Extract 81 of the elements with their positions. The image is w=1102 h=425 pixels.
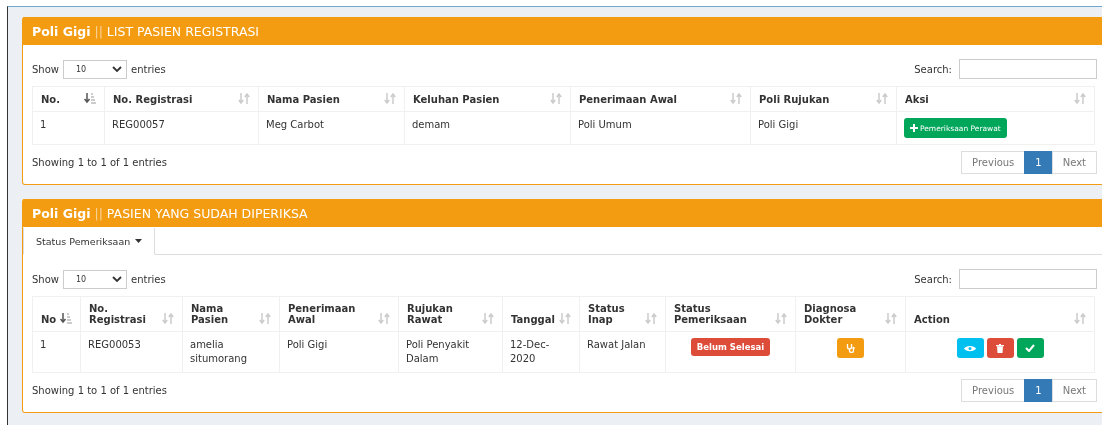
table-cell: Poli Umum	[578, 119, 632, 130]
table-cell: REG00053	[88, 339, 141, 350]
status-dropdown-tab[interactable]: Status Pemeriksaan	[23, 228, 156, 255]
show-label: Show	[32, 63, 59, 75]
column-header[interactable]: Penerimaan Awal	[570, 86, 751, 112]
column-label: No	[41, 314, 57, 325]
table-cell: demam	[412, 119, 451, 130]
entries-label: entries	[131, 63, 166, 75]
column-header[interactable]: Tanggal	[502, 296, 580, 332]
entries-info: Showing 1 to 1 of 1 entries	[32, 385, 167, 396]
table-cell: Poli Gigi	[758, 119, 799, 130]
column-header[interactable]: No.	[32, 86, 105, 112]
caret-icon	[135, 239, 143, 243]
table-cell: Meg Carbot	[266, 119, 324, 130]
column-header[interactable]: Aksi	[896, 86, 1095, 112]
column-header[interactable]: Status Pemeriksaan	[665, 296, 796, 332]
column-header[interactable]: No. Registrasi	[104, 86, 259, 112]
search-label: Search:	[914, 273, 952, 285]
table-cell: Rawat Jalan	[587, 339, 646, 350]
column-label: Status Pemeriksaan	[674, 303, 748, 325]
column-label: Rujukan Rawat	[407, 303, 454, 325]
panel-title: Poli Gigi || LIST PASIEN REGISTRASI	[32, 23, 260, 39]
stethoscope-icon	[845, 343, 856, 353]
stethoscope-button[interactable]	[837, 338, 864, 358]
status-badge: Belum Selesai	[690, 338, 771, 356]
check-icon	[1025, 344, 1035, 352]
entries-select[interactable]: 10	[63, 59, 127, 79]
column-label: No. Registrasi	[113, 94, 193, 105]
column-header[interactable]: Status Inap	[579, 296, 666, 332]
table-cell: Poli Penyakit Dalam	[406, 339, 470, 364]
column-label: No.	[41, 94, 61, 105]
column-label: Penerimaan Awal	[579, 94, 678, 105]
search-field[interactable]	[959, 269, 1097, 289]
column-header[interactable]: Rujukan Rawat	[398, 296, 503, 332]
pagination-button[interactable]: Previous	[961, 151, 1026, 174]
column-header[interactable]: Nama Pasien	[182, 296, 280, 332]
pagination-button[interactable]: 1	[1024, 151, 1053, 174]
column-header[interactable]: Keluhan Pasien	[404, 86, 571, 112]
column-header[interactable]: No. Registrasi	[80, 296, 183, 332]
search-field[interactable]	[959, 59, 1097, 79]
column-label: No. Registrasi	[89, 303, 147, 325]
column-label: Nama Pasien	[191, 303, 230, 325]
view-button[interactable]	[956, 338, 984, 358]
column-header[interactable]: Penerimaan Awal	[279, 296, 399, 332]
panel-title: Poli Gigi || PASIEN YANG SUDAH DIPERIKSA	[32, 205, 308, 221]
pagination-button[interactable]: Next	[1051, 379, 1097, 402]
table-cell: 12-Dec-2020	[510, 339, 550, 364]
column-label: Action	[914, 314, 950, 325]
eye-icon	[964, 344, 976, 352]
column-header[interactable]: Poli Rujukan	[750, 86, 897, 112]
table-cell: 1	[40, 119, 47, 130]
entries-info: Showing 1 to 1 of 1 entries	[32, 157, 167, 168]
search-label: Search:	[914, 63, 952, 75]
column-label: Tanggal	[511, 314, 555, 325]
pagination-button[interactable]: Previous	[961, 379, 1026, 402]
column-header[interactable]: Nama Pasien	[258, 86, 405, 112]
plus-icon	[910, 124, 918, 132]
column-label: Aksi	[905, 94, 929, 105]
entries-select[interactable]: 10	[63, 269, 127, 289]
column-label: Status Inap	[588, 303, 626, 325]
table-cell: REG00057	[112, 119, 165, 130]
column-label: Penerimaan Awal	[288, 303, 357, 325]
trash-icon	[996, 343, 1004, 353]
pagination-button[interactable]: Next	[1051, 151, 1097, 174]
column-label: Diagnosa Dokter	[804, 303, 858, 325]
confirm-button[interactable]	[1016, 338, 1044, 358]
delete-button[interactable]	[986, 338, 1014, 358]
chevron-down-icon	[112, 66, 122, 72]
table-cell: 1	[40, 339, 47, 350]
column-header[interactable]: No	[32, 296, 81, 332]
pagination-button[interactable]: 1	[1024, 379, 1053, 402]
show-label: Show	[32, 273, 59, 285]
column-label: Poli Rujukan	[759, 94, 830, 105]
table-cell: Poli Gigi	[287, 339, 328, 350]
chevron-down-icon	[112, 276, 122, 282]
entries-label: entries	[131, 273, 166, 285]
column-header[interactable]: Action	[905, 296, 1095, 332]
column-header[interactable]: Diagnosa Dokter	[795, 296, 906, 332]
column-label: Keluhan Pasien	[413, 94, 500, 105]
column-label: Nama Pasien	[267, 94, 340, 105]
table-cell: amelia situmorang	[190, 339, 248, 364]
